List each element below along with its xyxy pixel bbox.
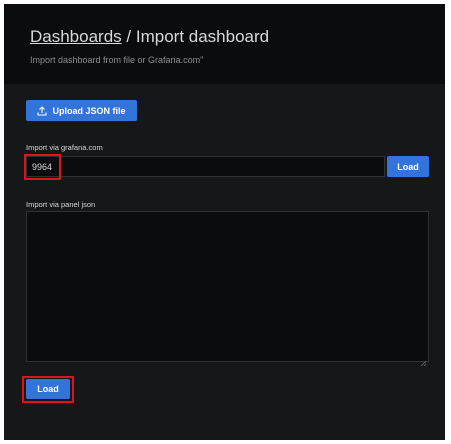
page-title-text: Import dashboard: [135, 27, 270, 46]
page-subtitle: Import dashboard from file or Grafana.co…: [30, 55, 204, 65]
breadcrumb-dashboards-link[interactable]: Dashboards: [30, 27, 122, 46]
panel-json-textarea[interactable]: [26, 211, 429, 367]
upload-icon: [37, 105, 48, 116]
page-title: Dashboards / Import dashboard: [30, 27, 269, 47]
page-header: Dashboards / Import dashboard Import das…: [4, 4, 445, 84]
upload-json-button-label: Upload JSON file: [52, 105, 126, 116]
panel-json-load-button[interactable]: Load: [26, 379, 70, 399]
import-dashboard-page: Dashboards / Import dashboard Import das…: [4, 4, 445, 440]
breadcrumb-separator: /: [126, 27, 132, 46]
panel-json-label: Import via panel json: [26, 200, 96, 209]
grafana-com-input[interactable]: 9964: [26, 156, 385, 177]
grafana-com-input-value: 9964: [32, 161, 53, 172]
grafana-com-label: Import via grafana.com: [26, 143, 103, 152]
upload-json-button[interactable]: Upload JSON file: [26, 100, 137, 121]
resize-grip-icon[interactable]: [420, 353, 427, 367]
grafana-com-load-button[interactable]: Load: [387, 156, 429, 177]
